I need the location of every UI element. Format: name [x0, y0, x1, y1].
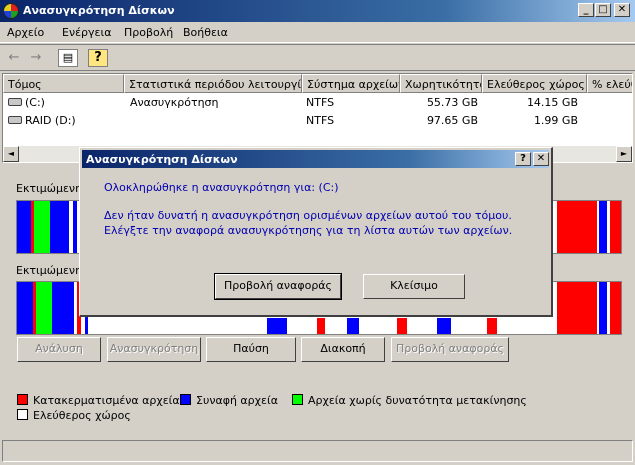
window-title: Ανασυγκρότηση Δίσκων [23, 4, 175, 17]
legend-swatch-contiguous [180, 394, 191, 405]
volume-free: 1.99 GB [533, 114, 578, 127]
after-label: Εκτιμώμενη [16, 264, 83, 277]
volume-status: Ανασυγκρότηση [130, 96, 219, 109]
volume-capacity: 97.65 GB [426, 114, 478, 127]
legend-swatch-unmovable [292, 394, 303, 405]
analyze-button[interactable]: Ανάλυση [17, 337, 101, 362]
menu-help[interactable]: Βοήθεια [183, 26, 228, 39]
help-icon[interactable]: ? [88, 49, 108, 67]
volume-name: RAID (D:) [25, 114, 76, 127]
maximize-button[interactable]: □ [595, 3, 611, 17]
dialog-message-complete: Ολοκληρώθηκε η ανασυγκρότηση για: (C:) [104, 181, 339, 194]
scroll-right-icon[interactable]: ► [616, 146, 632, 162]
scroll-left-icon[interactable]: ◄ [3, 146, 19, 162]
legend-free-space: Ελεύθερος χώρος [33, 409, 131, 422]
legend-swatch-free [17, 409, 28, 420]
legend-fragmented: Κατακερματισμένα αρχεία [33, 394, 180, 407]
defrag-app-icon [3, 3, 19, 19]
stop-button[interactable]: Διακοπή [301, 337, 385, 362]
status-bar [2, 440, 633, 462]
dialog-close-icon[interactable]: ✕ [533, 152, 549, 166]
dialog-help-icon[interactable]: ? [515, 152, 531, 166]
dialog-message-warning: Δεν ήταν δυνατή η ανασυγκρότηση ορισμένω… [104, 209, 512, 222]
menu-action[interactable]: Ενέργεια [62, 26, 111, 39]
legend-contiguous: Συναφή αρχεία [196, 394, 278, 407]
menu-bar: Αρχείο Ενέργεια Προβολή Βοήθεια [0, 22, 635, 43]
completion-dialog: Ανασυγκρότηση Δίσκων ? ✕ Ολοκληρώθηκε η … [79, 147, 553, 317]
col-volume[interactable]: Τόμος [3, 74, 124, 93]
properties-icon[interactable]: ▤ [58, 49, 78, 67]
volume-free: 14.15 GB [526, 96, 578, 109]
window-titlebar: Ανασυγκρότηση Δίσκων _ □ ✕ [0, 0, 635, 22]
table-row[interactable]: RAID (D:) NTFS 97.65 GB 1.99 GB [3, 111, 632, 129]
dialog-message-hint: Ελέγξτε την αναφορά ανασυγκρότησης για τ… [104, 224, 513, 237]
menu-view[interactable]: Προβολή [124, 26, 173, 39]
drive-icon [8, 98, 22, 106]
defragment-button[interactable]: Ανασυγκρότηση [107, 337, 201, 362]
pause-button[interactable]: Παύση [206, 337, 296, 362]
forward-icon[interactable]: → [26, 49, 46, 67]
toolbar: ← → ▤ ? [0, 44, 635, 71]
col-percent-free[interactable]: % ελεύθ [587, 74, 632, 93]
col-capacity[interactable]: Χωρητικότητα [400, 74, 482, 93]
before-label: Εκτιμώμενη [16, 182, 83, 195]
dialog-view-report-button[interactable]: Προβολή αναφοράς [214, 273, 342, 300]
drive-icon [8, 116, 22, 124]
col-filesystem[interactable]: Σύστημα αρχείων [302, 74, 400, 93]
back-icon[interactable]: ← [4, 49, 24, 67]
view-report-button[interactable]: Προβολή αναφοράς [391, 337, 509, 362]
dialog-close-button[interactable]: Κλείσιμο [363, 274, 465, 299]
close-button[interactable]: ✕ [614, 3, 630, 17]
volume-name: (C:) [25, 96, 45, 109]
dialog-titlebar: Ανασυγκρότηση Δίσκων ? ✕ [82, 150, 549, 168]
volume-fs: NTFS [306, 96, 335, 109]
volume-fs: NTFS [306, 114, 335, 127]
dialog-title: Ανασυγκρότηση Δίσκων [86, 153, 238, 166]
minimize-button[interactable]: _ [578, 3, 594, 17]
col-free-space[interactable]: Ελεύθερος χώρος [482, 74, 587, 93]
table-row[interactable]: (C:) Ανασυγκρότηση NTFS 55.73 GB 14.15 G… [3, 93, 632, 111]
menu-file[interactable]: Αρχείο [7, 26, 44, 39]
legend-unmovable: Αρχεία χωρίς δυνατότητα μετακίνησης [308, 394, 527, 407]
legend-swatch-fragmented [17, 394, 28, 405]
col-session-stats[interactable]: Στατιστικά περιόδου λειτουργίας [124, 74, 302, 93]
volume-capacity: 55.73 GB [426, 96, 478, 109]
